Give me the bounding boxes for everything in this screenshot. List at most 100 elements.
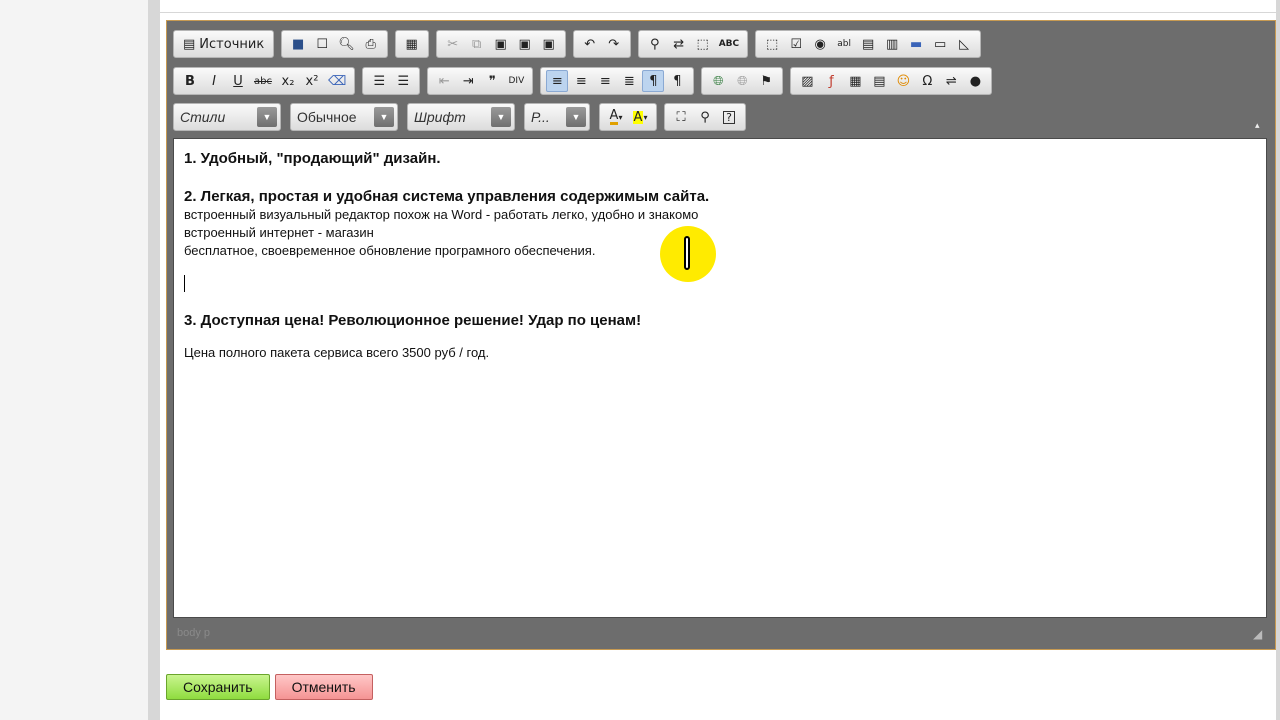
- align-justify-icon[interactable]: ≣: [618, 70, 640, 92]
- align-left-icon[interactable]: ≡: [546, 70, 569, 92]
- toolbar-row-2: B I U abc x₂ x² ⌫ ☰ ☰ ⇤ ⇥ ❞ DIV ≡ ≡ ≡ ≣ …: [173, 67, 999, 95]
- source-label: Источник: [199, 36, 265, 52]
- bulleted-list-icon[interactable]: ☰: [392, 70, 414, 92]
- toolbar-row-1: ▤ Источник ■ ☐ 🔍︎ ⎙ ▦ ✂ ⧉ ▣ ▣ ▣ ↶ ↷ ⚲ ⇄ …: [173, 30, 988, 58]
- paste-icon[interactable]: ▣: [490, 33, 512, 55]
- remove-format-icon[interactable]: ⌫: [325, 70, 349, 92]
- forms-group: ⬚ ☑ ◉ abl ▤ ▥ ▬ ▭ ◺: [755, 30, 982, 58]
- radio-icon[interactable]: ◉: [809, 33, 831, 55]
- redo-icon[interactable]: ↷: [603, 33, 625, 55]
- numbered-list-icon[interactable]: ☰: [368, 70, 390, 92]
- text-color-icon[interactable]: A ▾: [605, 106, 627, 128]
- top-divider: [160, 12, 1276, 13]
- textarea-icon[interactable]: ▤: [857, 33, 879, 55]
- left-panel: [0, 0, 148, 720]
- select-icon[interactable]: ▥: [881, 33, 903, 55]
- toolbar-collapse-icon[interactable]: ▴: [1255, 120, 1265, 130]
- checkbox-icon[interactable]: ☑: [785, 33, 807, 55]
- italic-button[interactable]: I: [203, 70, 225, 92]
- div-container-icon[interactable]: DIV: [505, 70, 527, 92]
- document-group: ■ ☐ 🔍︎ ⎙: [281, 30, 388, 58]
- editor-toolbar: ▤ Источник ■ ☐ 🔍︎ ⎙ ▦ ✂ ⧉ ▣ ▣ ▣ ↶ ↷ ⚲ ⇄ …: [167, 21, 1275, 139]
- horizontal-rule-icon[interactable]: ▤: [868, 70, 890, 92]
- rtl-icon[interactable]: ¶: [666, 70, 688, 92]
- font-combo[interactable]: Шрифт ▼: [407, 103, 515, 131]
- image-button-icon[interactable]: ▭: [929, 33, 951, 55]
- tools-group: ⛶ ⚲ ?: [664, 103, 746, 131]
- image-icon[interactable]: ▨: [796, 70, 818, 92]
- rich-text-editor: ▤ Источник ■ ☐ 🔍︎ ⎙ ▦ ✂ ⧉ ▣ ▣ ▣ ↶ ↷ ⚲ ⇄ …: [166, 20, 1276, 650]
- templates-icon[interactable]: ▦: [401, 33, 423, 55]
- content-line-2: встроенный интернет - магазин: [184, 225, 374, 240]
- size-combo[interactable]: Р... ▼: [524, 103, 590, 131]
- source-button[interactable]: ▤ Источник: [179, 33, 268, 55]
- copy-icon[interactable]: ⧉: [466, 33, 488, 55]
- content-heading-1: 1. Удобный, "продающий" дизайн.: [184, 150, 441, 167]
- content-line-3: бесплатное, своевременное обновление про…: [184, 243, 596, 258]
- templates-group: ▦: [394, 30, 429, 58]
- subscript-button[interactable]: x₂: [277, 70, 299, 92]
- styles-combo[interactable]: Стили ▼: [173, 103, 281, 131]
- cut-icon[interactable]: ✂: [442, 33, 464, 55]
- indent-group: ⇤ ⇥ ❞ DIV: [427, 67, 534, 95]
- save-button[interactable]: Сохранить: [166, 674, 270, 700]
- table-icon[interactable]: ▦: [844, 70, 866, 92]
- smiley-icon[interactable]: ☺: [892, 70, 914, 92]
- bg-color-icon[interactable]: A ▾: [629, 106, 651, 128]
- align-center-icon[interactable]: ≡: [570, 70, 592, 92]
- left-divider: [148, 0, 160, 720]
- iframe-icon[interactable]: ●: [964, 70, 986, 92]
- page-break-icon[interactable]: ⇌: [940, 70, 962, 92]
- ltr-icon[interactable]: ¶: [642, 70, 665, 92]
- styles-combo-value: Стили: [180, 109, 226, 125]
- text-caret: [184, 275, 185, 293]
- special-char-icon[interactable]: Ω: [916, 70, 938, 92]
- element-path[interactable]: body p: [177, 627, 210, 639]
- maximize-icon[interactable]: ⛶: [670, 106, 692, 128]
- right-divider: [1276, 0, 1280, 720]
- print-icon[interactable]: ⎙: [360, 33, 382, 55]
- underline-button[interactable]: U: [227, 70, 249, 92]
- textfield-icon[interactable]: abl: [833, 33, 855, 55]
- form-icon[interactable]: ⬚: [761, 33, 783, 55]
- spellcheck-icon[interactable]: ABC: [716, 33, 742, 55]
- button-icon[interactable]: ▬: [905, 33, 927, 55]
- paste-word-icon[interactable]: ▣: [538, 33, 560, 55]
- save-icon[interactable]: ■: [287, 33, 309, 55]
- select-all-icon[interactable]: ⬚: [692, 33, 714, 55]
- lists-group: ☰ ☰: [362, 67, 421, 95]
- indent-icon[interactable]: ⇥: [457, 70, 479, 92]
- editor-statusbar: body p ◢: [167, 619, 1275, 649]
- outdent-icon[interactable]: ⇤: [433, 70, 455, 92]
- anchor-icon[interactable]: ⚑: [755, 70, 777, 92]
- mouse-ibeam-cursor: [684, 236, 690, 270]
- unlink-icon[interactable]: 🌐︎: [731, 70, 753, 92]
- strike-button[interactable]: abc: [251, 70, 275, 92]
- format-combo[interactable]: Обычное ▼: [290, 103, 398, 131]
- preview-icon[interactable]: 🔍︎: [335, 33, 358, 55]
- show-blocks-icon[interactable]: ⚲: [694, 106, 716, 128]
- toolbar-row-3: Стили ▼ Обычное ▼ Шрифт ▼ Р... ▼ A ▾ A ▾ ⛶…: [173, 103, 753, 131]
- content-price-line: Цена полного пакета сервиса всего 3500 р…: [184, 345, 490, 361]
- new-page-icon[interactable]: ☐: [311, 33, 333, 55]
- replace-icon[interactable]: ⇄: [668, 33, 690, 55]
- editor-content-area[interactable]: 1. Удобный, "продающий" дизайн. 2. Легка…: [173, 138, 1267, 618]
- bold-button[interactable]: B: [179, 70, 201, 92]
- about-icon[interactable]: ?: [718, 106, 740, 128]
- cancel-button[interactable]: Отменить: [274, 674, 373, 700]
- undo-icon[interactable]: ↶: [579, 33, 601, 55]
- resize-handle-icon[interactable]: ◢: [1253, 627, 1267, 641]
- align-right-icon[interactable]: ≡: [594, 70, 616, 92]
- blockquote-icon[interactable]: ❞: [481, 70, 503, 92]
- basic-styles-group: B I U abc x₂ x² ⌫: [173, 67, 356, 95]
- hidden-field-icon[interactable]: ◺: [953, 33, 975, 55]
- insert-group: ▨ ƒ ▦ ▤ ☺ Ω ⇌ ●: [790, 67, 993, 95]
- content-line-1: встроенный визуальный редактор похож на …: [184, 207, 699, 222]
- source-icon: ▤: [183, 36, 196, 52]
- find-icon[interactable]: ⚲: [644, 33, 666, 55]
- size-combo-value: Р...: [531, 109, 550, 125]
- link-icon[interactable]: 🌐︎: [707, 70, 729, 92]
- flash-icon[interactable]: ƒ: [820, 70, 842, 92]
- paste-text-icon[interactable]: ▣: [514, 33, 536, 55]
- superscript-button[interactable]: x²: [301, 70, 323, 92]
